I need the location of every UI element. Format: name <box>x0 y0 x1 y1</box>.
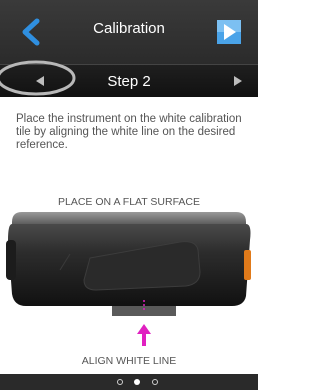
calibration-screen: Calibration Step 2 Place the instrument … <box>0 0 258 390</box>
page-title: Calibration <box>93 20 165 37</box>
next-icon[interactable] <box>217 20 241 44</box>
instruction-text: Place the instrument on the white calibr… <box>16 113 242 151</box>
back-icon[interactable] <box>18 18 44 46</box>
highlight-ring <box>0 60 76 96</box>
align-white-line-label: ALIGN WHITE LINE <box>81 355 177 367</box>
top-bar: Calibration <box>0 0 258 64</box>
step-title: Step 2 <box>107 73 151 90</box>
page-indicator-bar <box>0 374 258 390</box>
place-on-flat-surface-label: PLACE ON A FLAT SURFACE <box>58 196 200 208</box>
page-dot-1[interactable] <box>117 379 123 385</box>
next-step-icon[interactable] <box>231 74 245 88</box>
page-dot-2-active[interactable] <box>134 379 140 385</box>
instrument-illustration <box>6 212 251 346</box>
page-dot-3[interactable] <box>152 379 158 385</box>
